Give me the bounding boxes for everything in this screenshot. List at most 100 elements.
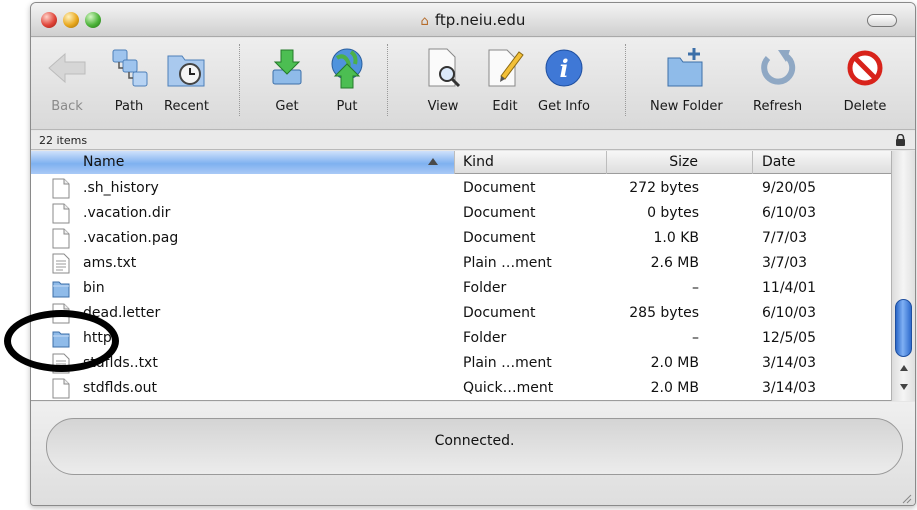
recent-folder-clock-icon <box>167 55 205 87</box>
toolbar-separator <box>625 44 626 116</box>
file-kind: Document <box>463 230 536 246</box>
view-document-magnifier-icon <box>428 48 461 88</box>
file-kind: Plain …ment <box>463 255 552 271</box>
toolbar-toggle-button[interactable] <box>867 14 897 27</box>
home-icon: ⌂ <box>420 14 429 29</box>
file-row[interactable]: ams.txt Plain …ment 2.6 MB 3/7/03 <box>31 251 891 276</box>
item-count: 22 items <box>39 134 88 147</box>
document-icon <box>52 178 70 199</box>
file-row[interactable]: .sh_history Document 272 bytes 9/20/05 <box>31 176 891 201</box>
connection-status: Connected. <box>434 433 515 449</box>
file-date: 3/14/03 <box>762 355 816 371</box>
back-label: Back <box>51 99 83 114</box>
status-panel: Connected. <box>46 418 903 475</box>
path-icon <box>112 49 148 87</box>
new-folder-label: New Folder <box>650 99 723 114</box>
delete-button[interactable]: Delete <box>843 46 887 114</box>
document-icon <box>52 228 70 249</box>
edit-label: Edit <box>492 99 518 114</box>
refresh-label: Refresh <box>753 99 803 114</box>
scroll-down-arrow-icon[interactable] <box>900 384 908 390</box>
edit-pencil-icon <box>488 49 524 87</box>
title-bar[interactable]: ⌂ ftp.neiu.edu <box>31 3 915 37</box>
file-size: 0 bytes <box>647 205 699 221</box>
new-folder-icon <box>667 48 703 87</box>
column-header-kind[interactable]: Kind <box>455 151 607 174</box>
file-kind: Folder <box>463 280 507 296</box>
file-row[interactable]: dead.letter Document 285 bytes 6/10/03 <box>31 301 891 326</box>
file-name: dead.letter <box>83 305 161 321</box>
resize-grip-icon[interactable] <box>900 492 912 504</box>
file-size: 2.0 MB <box>650 355 699 371</box>
column-size-label: Size <box>669 154 698 170</box>
file-date: 7/7/03 <box>762 230 808 246</box>
file-size: – <box>692 280 699 296</box>
view-button[interactable]: View <box>421 46 465 114</box>
column-date-label: Date <box>762 154 796 170</box>
file-name: ams.txt <box>83 255 137 271</box>
file-kind: Folder <box>463 330 507 346</box>
window-title-text: ftp.neiu.edu <box>434 11 526 29</box>
file-kind: Document <box>463 180 536 196</box>
refresh-icon <box>760 50 795 85</box>
file-name: http <box>83 330 112 346</box>
file-date: 3/7/03 <box>762 255 808 271</box>
file-row[interactable]: stdflds..txt Plain …ment 2.0 MB 3/14/03 <box>31 351 891 376</box>
window-title: ⌂ ftp.neiu.edu <box>31 11 915 29</box>
scroll-up-arrow-icon[interactable] <box>900 365 908 371</box>
file-kind: Document <box>463 205 536 221</box>
text-document-icon <box>52 253 70 274</box>
file-row[interactable]: .vacation.dir Document 0 bytes 6/10/03 <box>31 201 891 226</box>
vertical-scrollbar[interactable] <box>891 151 915 401</box>
put-button[interactable]: Put <box>325 46 369 114</box>
toolbar-separator <box>239 44 240 116</box>
get-info-button[interactable]: i Get Info <box>538 46 590 114</box>
document-icon <box>52 303 70 324</box>
info-icon: i <box>545 49 583 87</box>
file-date: 6/10/03 <box>762 205 816 221</box>
recent-button[interactable]: Recent <box>164 46 209 114</box>
column-header-date[interactable]: Date <box>753 151 891 174</box>
toolbar-separator <box>387 44 388 116</box>
download-icon <box>272 49 302 85</box>
file-size: – <box>692 330 699 346</box>
file-size: 2.6 MB <box>650 255 699 271</box>
lock-icon <box>896 134 905 146</box>
sort-ascending-icon <box>428 158 438 165</box>
file-name: stdflds.out <box>83 380 158 396</box>
toolbar: Back Path Recent Get Put View Edit i Get… <box>31 38 915 130</box>
file-name: .vacation.pag <box>83 230 179 246</box>
file-row[interactable]: .vacation.pag Document 1.0 KB 7/7/03 <box>31 226 891 251</box>
svg-text:i: i <box>559 54 568 83</box>
file-date: 12/5/05 <box>762 330 816 346</box>
refresh-button[interactable]: Refresh <box>753 46 802 114</box>
column-name-label: Name <box>83 154 125 170</box>
file-name: .sh_history <box>83 180 159 196</box>
path-button[interactable]: Path <box>107 46 151 114</box>
column-header-name[interactable]: Name <box>31 151 455 174</box>
upload-globe-icon <box>331 48 363 89</box>
file-date: 6/10/03 <box>762 305 816 321</box>
back-button[interactable]: Back <box>45 46 89 114</box>
scrollbar-thumb[interactable] <box>895 299 912 357</box>
file-kind: Quick…ment <box>463 380 554 396</box>
get-info-label: Get Info <box>538 99 590 114</box>
file-size: 2.0 MB <box>650 380 699 396</box>
get-button[interactable]: Get <box>265 46 309 114</box>
file-size: 272 bytes <box>629 180 699 196</box>
info-bar: 22 items <box>31 131 915 150</box>
file-row[interactable]: bin Folder – 11/4/01 <box>31 276 891 301</box>
folder-icon <box>52 331 70 348</box>
file-name: stdflds..txt <box>83 355 158 371</box>
delete-label: Delete <box>843 99 887 114</box>
edit-button[interactable]: Edit <box>483 46 527 114</box>
view-label: View <box>427 99 459 114</box>
file-name: bin <box>83 280 105 296</box>
column-header-size[interactable]: Size <box>607 151 753 174</box>
new-folder-button[interactable]: New Folder <box>650 46 723 114</box>
file-kind: Document <box>463 305 536 321</box>
file-row[interactable]: stdflds.out Quick…ment 2.0 MB 3/14/03 <box>31 376 891 401</box>
file-row[interactable]: http Folder – 12/5/05 <box>31 326 891 351</box>
file-size: 1.0 KB <box>653 230 700 246</box>
back-arrow-icon <box>48 52 86 84</box>
